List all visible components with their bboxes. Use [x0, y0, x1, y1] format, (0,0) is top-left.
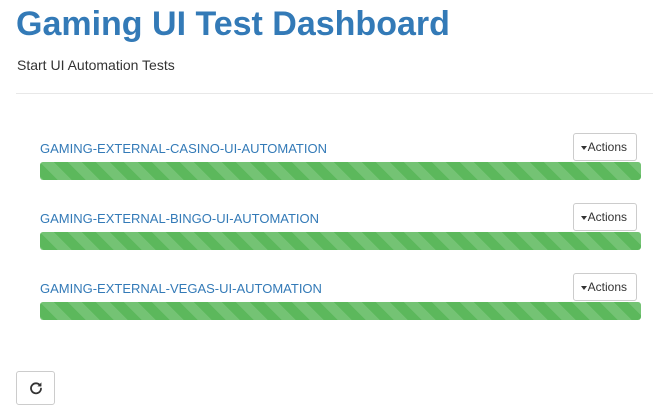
page-subtitle: Start UI Automation Tests	[17, 57, 175, 73]
job-row-bingo: GAMING-EXTERNAL-BINGO-UI-AUTOMATION Acti…	[40, 203, 641, 261]
job-link-vegas[interactable]: GAMING-EXTERNAL-VEGAS-UI-AUTOMATION	[40, 281, 322, 297]
page-title: Gaming UI Test Dashboard	[16, 5, 450, 43]
actions-button-label: Actions	[587, 280, 627, 294]
progress-fill	[40, 232, 641, 250]
progress-bar-vegas	[40, 302, 641, 320]
progress-bar-casino	[40, 162, 641, 180]
job-row-vegas: GAMING-EXTERNAL-VEGAS-UI-AUTOMATION Acti…	[40, 273, 641, 331]
actions-button-casino[interactable]: Actions	[572, 133, 637, 161]
actions-button-bingo[interactable]: Actions	[572, 203, 637, 231]
actions-button-vegas[interactable]: Actions	[572, 273, 637, 301]
caret-down-icon	[580, 215, 587, 220]
job-link-bingo[interactable]: GAMING-EXTERNAL-BINGO-UI-AUTOMATION	[40, 211, 319, 227]
actions-button-label: Actions	[587, 140, 627, 154]
actions-button-label: Actions	[587, 210, 627, 224]
progress-fill	[40, 162, 641, 180]
job-row-casino: GAMING-EXTERNAL-CASINO-UI-AUTOMATION Act…	[40, 133, 641, 191]
refresh-button[interactable]	[16, 371, 55, 405]
progress-fill	[40, 302, 641, 320]
job-link-casino[interactable]: GAMING-EXTERNAL-CASINO-UI-AUTOMATION	[40, 141, 327, 157]
refresh-icon	[29, 382, 42, 395]
header-divider	[16, 93, 653, 94]
caret-down-icon	[580, 285, 587, 290]
progress-bar-bingo	[40, 232, 641, 250]
caret-down-icon	[580, 145, 587, 150]
